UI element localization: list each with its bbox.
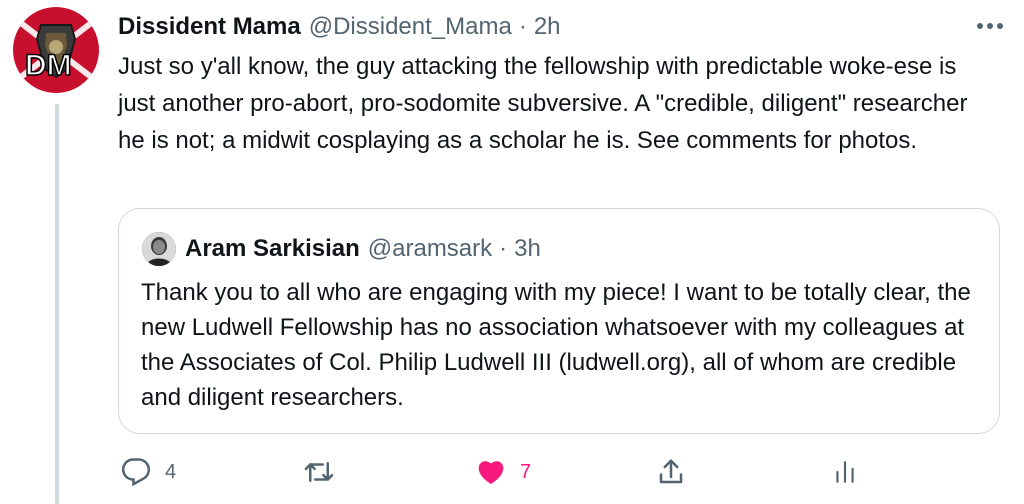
- thread-connector-line: [55, 104, 59, 504]
- author-name[interactable]: Dissident Mama: [118, 13, 301, 41]
- avatar-letter-d: DM: [25, 49, 72, 82]
- quoted-author-name[interactable]: Aram Sarkisian: [185, 235, 360, 263]
- quoted-tweet-text: Thank you to all who are engaging with m…: [141, 279, 971, 411]
- reply-count: 4: [165, 460, 177, 483]
- tweet-action-bar: 4 7: [0, 448, 1024, 498]
- more-options-button[interactable]: [974, 14, 1006, 38]
- aram-sarkisian-avatar-image: [142, 232, 176, 266]
- dissident-mama-avatar-image: DM: [13, 7, 99, 93]
- header-separator: ·: [518, 13, 527, 40]
- quoted-author-handle[interactable]: @aramsark: [368, 235, 492, 263]
- retweet-button[interactable]: [303, 454, 335, 490]
- tweet-timestamp[interactable]: 2h: [534, 13, 561, 41]
- avatar[interactable]: DM: [13, 7, 99, 93]
- like-button[interactable]: 7: [476, 454, 531, 490]
- like-count: 7: [520, 460, 532, 483]
- share-icon: [659, 459, 683, 484]
- reply-button[interactable]: 4: [121, 454, 176, 490]
- author-handle[interactable]: @Dissident_Mama: [309, 13, 512, 41]
- quoted-author-avatar[interactable]: [142, 232, 176, 266]
- retweet-icon: [304, 462, 334, 482]
- analytics-button[interactable]: [832, 454, 858, 490]
- share-button[interactable]: [656, 454, 686, 490]
- heart-filled-icon: [478, 461, 504, 484]
- tweet-header: Dissident Mama @Dissident_Mama · 2h: [118, 10, 561, 44]
- quoted-tweet-card[interactable]: Aram Sarkisian @aramsark · 3h Thank you …: [118, 208, 1000, 434]
- quoted-tweet-header: Aram Sarkisian @aramsark · 3h: [185, 231, 541, 267]
- analytics-icon: [836, 461, 854, 483]
- tweet-text: Just so y'all know, the guy attacking th…: [118, 53, 968, 154]
- reply-icon: [121, 458, 151, 487]
- quoted-header-separator: ·: [499, 235, 508, 262]
- more-horizontal-icon: [977, 23, 1003, 29]
- quoted-tweet-timestamp[interactable]: 3h: [514, 235, 541, 263]
